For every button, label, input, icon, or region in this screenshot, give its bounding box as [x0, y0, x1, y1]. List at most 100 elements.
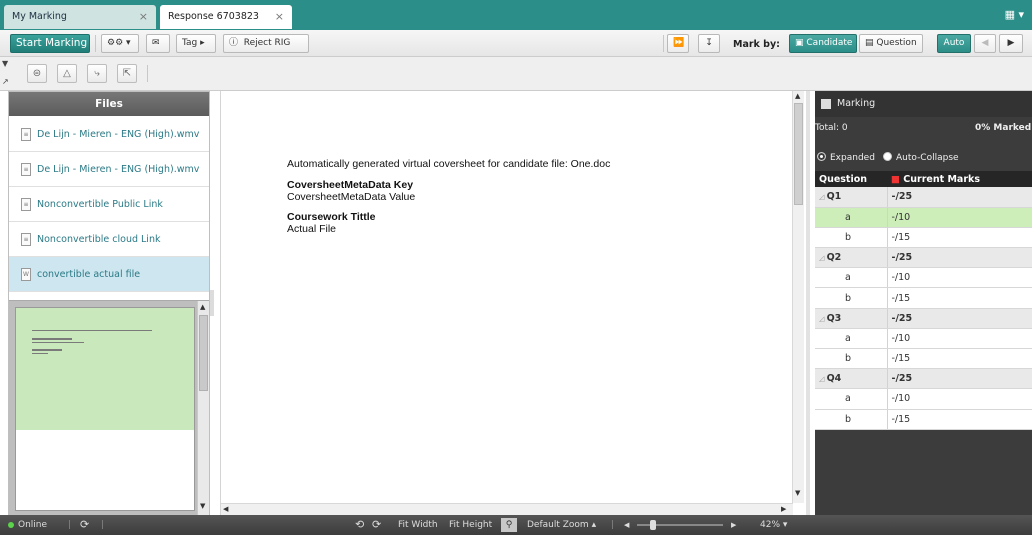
sub-question-row[interactable]: a -/10	[815, 388, 1032, 410]
auto-collapse-option[interactable]: Auto-Collapse	[883, 149, 959, 167]
current-mark-cell[interactable]: -/15	[886, 409, 1032, 430]
scrollbar-thumb[interactable]	[794, 103, 803, 205]
question-row[interactable]: ◿ Q4 -/25	[815, 368, 1032, 390]
scroll-right-icon[interactable]: ▶	[781, 505, 786, 513]
page-thumbnail[interactable]	[15, 307, 195, 511]
reject-rig-button[interactable]: ⓘ Reject RIG	[223, 34, 309, 53]
select-tool-button[interactable]: ⇱	[117, 64, 137, 83]
expand-icon[interactable]: ◿	[819, 193, 827, 201]
file-item[interactable]: ≡ Nonconvertible Public Link	[9, 187, 209, 222]
skip-forward-button[interactable]: ⏩	[667, 34, 689, 53]
question-row[interactable]: ◿ Q1 -/25	[815, 187, 1032, 208]
message-button[interactable]: ✉	[146, 34, 170, 53]
sub-question-row[interactable]: b -/15	[815, 227, 1032, 249]
current-mark-cell[interactable]: -/15	[886, 287, 1032, 309]
sub-question-row[interactable]: a -/10	[815, 328, 1032, 350]
rotate-left-icon[interactable]: ⟲	[355, 515, 364, 535]
expanded-option[interactable]: Expanded	[817, 149, 875, 167]
fit-width-button[interactable]: Fit Width	[398, 515, 438, 535]
auto-collapse-label: Auto-Collapse	[896, 153, 959, 163]
zoom-percent-dropdown[interactable]: 42% ▾	[760, 515, 787, 535]
collapse-toggle-icon[interactable]: ▼	[2, 59, 8, 68]
file-item-selected[interactable]: W convertible actual file	[9, 257, 209, 292]
current-mark-cell[interactable]: -/10	[886, 207, 1032, 228]
current-mark-cell[interactable]: -/10	[886, 388, 1032, 410]
auto-button[interactable]: Auto	[937, 34, 971, 53]
scrollbar-thumb[interactable]	[199, 315, 208, 391]
word-document-icon: W	[21, 268, 31, 281]
expand-icon[interactable]: ◿	[819, 375, 827, 383]
scroll-up-icon[interactable]: ▲	[200, 303, 205, 311]
zoom-out-icon[interactable]: ◀	[624, 515, 629, 535]
question-column-header[interactable]: Question	[815, 171, 887, 187]
popout-icon[interactable]: ↗	[2, 77, 9, 86]
sub-question-row[interactable]: a -/10	[815, 267, 1032, 289]
thumbnail-scrollbar[interactable]: ▲ ▼	[197, 301, 209, 515]
previous-button[interactable]: ◀	[974, 34, 996, 53]
online-status-icon	[8, 522, 14, 528]
panel-splitter[interactable]	[210, 290, 214, 316]
current-mark-cell[interactable]: -/15	[886, 227, 1032, 249]
scroll-down-icon[interactable]: ▼	[795, 489, 800, 497]
grid-menu-icon[interactable]: ▦ ▾	[1005, 8, 1024, 21]
current-mark-cell[interactable]: -/15	[886, 348, 1032, 370]
sub-question-row[interactable]: b -/15	[815, 348, 1032, 370]
settings-dropdown-button[interactable]: ⚙⚙ ▾	[101, 34, 139, 53]
marking-title: Marking	[837, 98, 876, 109]
scroll-down-icon[interactable]: ▼	[200, 502, 205, 510]
close-icon[interactable]: ×	[139, 10, 148, 23]
sub-question-row[interactable]: b -/15	[815, 287, 1032, 309]
current-mark-cell[interactable]: -/25	[886, 308, 1032, 329]
tab-my-marking[interactable]: My Marking ×	[4, 5, 156, 29]
zoom-slider-thumb[interactable]	[650, 520, 656, 530]
question-cell: ◿ Q1	[815, 187, 887, 208]
question-row[interactable]: ◿ Q2 -/25	[815, 247, 1032, 269]
main-toolbar: Start Marking ⚙⚙ ▾ ✉ Tag ▸ ⓘ Reject RIG …	[0, 30, 1032, 57]
sub-question-row[interactable]: a -/10	[815, 207, 1032, 228]
refresh-icon[interactable]: ⟳	[80, 515, 89, 535]
default-zoom-dropdown[interactable]: Default Zoom ▴	[527, 515, 596, 535]
next-button[interactable]: ▶	[999, 34, 1023, 53]
highlight-tool-button[interactable]: △	[57, 64, 77, 83]
question-label: b	[845, 353, 852, 365]
rotate-right-icon[interactable]: ⟳	[372, 515, 381, 535]
mark-by-question-button[interactable]: ▤ Question	[859, 34, 923, 53]
current-mark-cell[interactable]: -/10	[886, 267, 1032, 289]
zoom-icon[interactable]: ⚲	[501, 518, 517, 532]
draw-tool-button[interactable]: ⤷	[87, 64, 107, 83]
tag-button[interactable]: Tag ▸	[176, 34, 216, 53]
expand-icon[interactable]: ◿	[819, 315, 827, 323]
file-item[interactable]: ≡ Nonconvertible cloud Link	[9, 222, 209, 257]
document-horizontal-scrollbar[interactable]: ◀ ▶	[221, 503, 793, 515]
start-marking-button[interactable]: Start Marking	[10, 34, 90, 53]
fit-height-button[interactable]: Fit Height	[449, 515, 492, 535]
zoom-in-icon[interactable]: ▶	[731, 515, 736, 535]
current-mark-cell[interactable]: -/10	[886, 328, 1032, 350]
total-row: Total: 0 0% Marked	[815, 117, 1032, 139]
current-mark-cell[interactable]: -/25	[886, 368, 1032, 390]
scroll-up-icon[interactable]: ▲	[795, 92, 800, 100]
mark-by-candidate-button[interactable]: ▣ Candidate	[789, 34, 857, 53]
current-mark-cell[interactable]: -/25	[886, 187, 1032, 208]
divider: |	[611, 520, 615, 530]
file-item[interactable]: ≡ De Lijn - Mieren - ENG (High).wmv	[9, 117, 209, 152]
stamp-tool-button[interactable]: ⊜	[27, 64, 47, 83]
question-row[interactable]: ◿ Q3 -/25	[815, 308, 1032, 329]
mark-by-label: Mark by:	[733, 39, 780, 50]
current-marks-column-header[interactable]: ■ Current Marks	[887, 171, 1032, 187]
current-mark-cell[interactable]: -/25	[886, 247, 1032, 269]
sub-question-row[interactable]: b -/15	[815, 409, 1032, 430]
document-vertical-scrollbar[interactable]: ▲ ▼	[792, 91, 804, 503]
close-icon[interactable]: ×	[275, 10, 284, 23]
panel-splitter[interactable]	[806, 91, 810, 515]
file-item[interactable]: ≡ De Lijn - Mieren - ENG (High).wmv	[9, 152, 209, 187]
highlighter-icon: △	[63, 68, 71, 79]
expand-icon[interactable]: ◿	[819, 254, 827, 262]
stamp-icon: ⊜	[32, 68, 42, 79]
tab-response[interactable]: Response 6703823 ×	[160, 5, 292, 29]
question-cell: b	[815, 348, 887, 370]
download-button[interactable]: ↧	[698, 34, 720, 53]
tab-bar: My Marking × Response 6703823 × ▦ ▾	[0, 0, 1032, 30]
scroll-left-icon[interactable]: ◀	[223, 505, 228, 513]
chevron-right-icon: ▶	[1007, 38, 1015, 48]
